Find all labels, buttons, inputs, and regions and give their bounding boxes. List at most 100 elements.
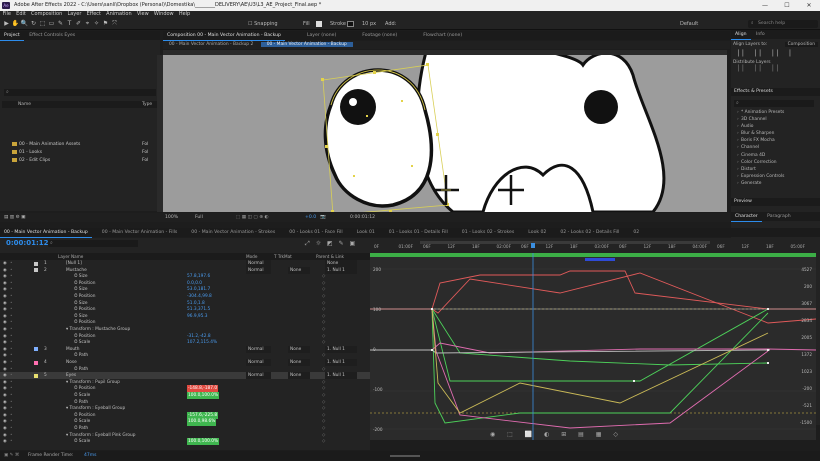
menu-item-effect[interactable]: Effect <box>84 11 104 18</box>
col-name[interactable]: Name <box>18 101 31 108</box>
search-help-input[interactable]: ⌕ Search help <box>748 20 818 28</box>
tab-timeline-5[interactable]: 01 - Looks 01 - Details Fill <box>385 228 452 237</box>
stroke-swatch[interactable] <box>347 21 354 27</box>
tool-3-icon[interactable]: ↻ <box>29 19 38 28</box>
project-item[interactable]: 02 - Edit Clips Fol <box>2 157 158 164</box>
tab-info[interactable]: Info <box>752 30 769 39</box>
tool-5-icon[interactable]: ▭ <box>47 19 56 28</box>
tool-2-icon[interactable]: 🔍 <box>20 19 29 28</box>
graph-editor[interactable]: 4527 200 3067 2834 2005 1372 1023 -200 -521 -1500… <box>370 253 816 440</box>
tab-timeline-1[interactable]: 00 - Main Vector Animation - Fills <box>98 228 181 237</box>
tool-6-icon[interactable]: ✎ <box>56 19 65 28</box>
effects-category[interactable]: Channel <box>731 144 820 151</box>
tab-comp-1[interactable]: Layer (none) <box>303 31 340 40</box>
tool-1-icon[interactable]: ✋ <box>11 19 20 28</box>
layer-color-label[interactable] <box>34 373 38 378</box>
status-icons[interactable]: ▣ ✎ ⌘ <box>4 451 19 461</box>
tab-align[interactable]: Align <box>731 30 751 40</box>
project-search-input[interactable]: ⌕ <box>4 89 156 96</box>
effects-category[interactable]: Cinema 4D <box>731 152 820 159</box>
effects-search-input[interactable]: ⌕ <box>734 100 814 107</box>
zoom-slider[interactable] <box>390 455 420 457</box>
menu-item-view[interactable]: View <box>134 11 151 18</box>
project-item[interactable]: 00 - Main Animation Assets Fol <box>2 141 158 148</box>
effects-category[interactable]: Distort <box>731 166 820 173</box>
view-options-icons[interactable]: ⬚ ▦ ◫ ▢ ⊕ ◐ <box>236 213 269 222</box>
layer-color-label[interactable] <box>34 268 38 273</box>
col-parent[interactable]: Parent & Link <box>316 253 344 260</box>
effects-category[interactable]: Audio <box>731 123 820 130</box>
align-buttons[interactable]: ▕▏▕▏▕▏▕ <box>731 50 820 60</box>
layer-color-label[interactable] <box>34 347 38 352</box>
snapping-checkbox[interactable]: ☐ Snapping <box>248 18 278 30</box>
property-row[interactable]: ◉ • ⏱ Scale 100.0,100.0% ◇ <box>0 438 370 446</box>
add-label[interactable]: Add: <box>385 18 396 30</box>
tab-timeline-4[interactable]: Look 01 <box>353 228 379 237</box>
tab-timeline-0[interactable]: 00 - Main Vector Animation - Backup <box>0 228 92 238</box>
timeline-search-input[interactable]: ⌕ <box>48 240 138 247</box>
tab-comp-2[interactable]: Footage (none) <box>358 31 401 40</box>
menu-item-composition[interactable]: Composition <box>28 11 64 18</box>
tab-character[interactable]: Character <box>731 212 762 222</box>
stroke-label[interactable]: Stroke <box>330 18 346 30</box>
col-type[interactable]: Type <box>142 101 152 108</box>
tab-project[interactable]: Project <box>0 31 24 41</box>
menu-item-edit[interactable]: Edit <box>14 11 29 18</box>
minimize-icon[interactable]: — <box>754 0 776 11</box>
keyframe-nav-icon[interactable]: ◇ <box>322 438 325 445</box>
breadcrumb-item-backup[interactable]: 00 - Main Vector Animation - Backup <box>260 42 353 47</box>
new-folder-icon[interactable]: ▤ ▥ ⚙ ▣ <box>4 213 26 222</box>
fill-label[interactable]: Fill <box>303 18 310 30</box>
effects-presets-title[interactable]: Effects & Presets <box>731 88 820 96</box>
visibility-eye-icon[interactable]: ◉ <box>3 438 8 445</box>
tool-8-icon[interactable]: ✐ <box>74 19 83 28</box>
col-trkmat[interactable]: T TrkMat <box>274 253 292 260</box>
tab-timeline-6[interactable]: 01 - Looks 02 - Strokes <box>458 228 519 237</box>
breadcrumb-item-backup2[interactable]: 00 - Main Vector Animation - Backup 2 <box>163 42 259 47</box>
effects-category[interactable]: 3D Channel <box>731 116 820 123</box>
camera-icon[interactable]: 📷 <box>320 213 326 222</box>
tool-7-icon[interactable]: T <box>65 19 74 28</box>
project-item[interactable]: 01 - Looks Fol <box>2 149 158 156</box>
effects-category[interactable]: Expression Controls <box>731 173 820 180</box>
menu-item-help[interactable]: Help <box>176 11 193 18</box>
tab-timeline-9[interactable]: 02 <box>629 228 643 237</box>
layer-color-label[interactable] <box>34 360 38 365</box>
solo-icon[interactable]: • <box>10 438 15 445</box>
tool-4-icon[interactable]: ⬚ <box>38 19 47 28</box>
stroke-width[interactable]: 10 px <box>362 18 376 30</box>
tab-effect-controls[interactable]: Effect Controls Eyes <box>25 31 79 40</box>
col-layer-name[interactable]: Layer Name <box>58 253 83 260</box>
menu-item-file[interactable]: File <box>0 11 14 18</box>
tab-timeline-8[interactable]: 02 - Looks 02 - Details Fill <box>556 228 623 237</box>
layer-color-label[interactable] <box>34 261 38 266</box>
timeline-switch-icons[interactable]: ⤢ ☼ ◩ ✎ ▣ <box>305 240 357 248</box>
effects-category[interactable]: * Animation Presets <box>731 109 820 116</box>
tool-12-icon[interactable]: ⤧ <box>110 19 119 28</box>
time-ruler[interactable]: 0F 01:00F 06F 12F 18F 02:00F 06F 12F 18F 03:00F 06… <box>370 238 816 253</box>
menu-item-animation[interactable]: Animation <box>104 11 135 18</box>
exposure-value[interactable]: +0.0 <box>305 213 316 222</box>
zoom-dropdown[interactable]: 100% <box>165 213 178 222</box>
property-value[interactable]: 100.0,100.0% <box>187 438 220 446</box>
tool-0-icon[interactable]: ▶ <box>2 19 11 28</box>
tab-timeline-7[interactable]: Look 02 <box>524 228 550 237</box>
workspace-default[interactable]: Default <box>680 18 698 30</box>
preview-title[interactable]: Preview <box>731 198 820 206</box>
tab-comp-3[interactable]: Flowchart (none) <box>419 31 466 40</box>
tab-timeline-3[interactable]: 00 - Looks 01 - Face Fill <box>285 228 346 237</box>
composition-viewer[interactable] <box>163 55 727 212</box>
tab-timeline-2[interactable]: 00 - Main Vector Animation - Strokes <box>187 228 279 237</box>
fill-swatch[interactable] <box>316 21 322 27</box>
playhead-handle[interactable] <box>531 243 535 248</box>
effects-category[interactable]: Color Correction <box>731 159 820 166</box>
tab-paragraph[interactable]: Paragraph <box>763 212 795 221</box>
graph-tool-icons[interactable]: ◉ ⬚ ⬜ ◐ ⊞ ▤ ▦ ◇ <box>490 431 623 438</box>
menu-item-window[interactable]: Window <box>151 11 176 18</box>
align-target-dropdown[interactable]: Composition <box>784 42 818 47</box>
effects-category[interactable]: Boris FX Mocha <box>731 137 820 144</box>
tool-10-icon[interactable]: ✧ <box>92 19 101 28</box>
col-mode[interactable]: Mode <box>246 253 257 260</box>
resolution-dropdown[interactable]: Full <box>195 213 203 222</box>
tab-comp-0[interactable]: Composition 00 - Main Vector Animation -… <box>163 31 285 41</box>
